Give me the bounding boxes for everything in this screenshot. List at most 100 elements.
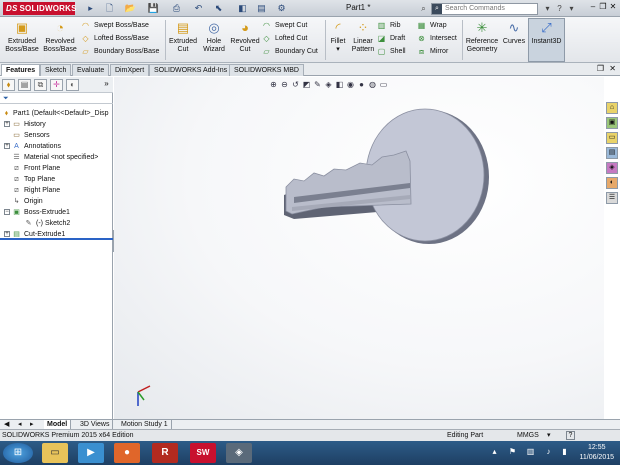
- help-question-icon[interactable]: ?: [554, 3, 565, 14]
- first-tab-icon[interactable]: ◀: [4, 420, 9, 428]
- tray-show-hidden-icon[interactable]: ▴: [490, 447, 499, 456]
- tree-item-boss-extrude1[interactable]: − ▣ Boss-Extrude1: [0, 207, 113, 218]
- linear-pattern-button[interactable]: ⁘ Linear Pattern: [350, 19, 376, 61]
- tab-dimxpert[interactable]: DimXpert: [110, 64, 150, 76]
- tree-item-annotations[interactable]: + A Annotations: [0, 141, 113, 152]
- search-commands-input[interactable]: ⌕ Search Commands: [431, 3, 538, 15]
- system-clock[interactable]: 12:55 11/06/2015: [579, 443, 614, 463]
- revolved-cut-button[interactable]: ◕ Revolved Cut: [229, 19, 261, 61]
- feature-tree-icon[interactable]: ⬧: [2, 79, 15, 91]
- rebuild-icon[interactable]: ◧: [236, 2, 249, 15]
- help-search-icon[interactable]: ⌕: [418, 3, 429, 14]
- fillet-button[interactable]: ◜ Fillet ▾: [326, 19, 350, 61]
- dimxpert-manager-icon[interactable]: ✛: [50, 79, 63, 91]
- file-properties-icon[interactable]: ▤: [255, 2, 268, 15]
- design-library-icon[interactable]: ▭: [606, 132, 618, 144]
- feature-filter-bar[interactable]: ⏷: [0, 94, 113, 104]
- rollback-bar[interactable]: [0, 238, 113, 240]
- display-manager-icon[interactable]: ◐: [66, 79, 79, 91]
- custom-properties-icon[interactable]: ☰: [606, 192, 618, 204]
- resources-icon[interactable]: ▣: [606, 117, 618, 129]
- display-style-icon[interactable]: ◧: [334, 79, 345, 91]
- revolved-boss-button[interactable]: ◔ Revolved Boss/Base: [42, 19, 78, 61]
- minimize-icon[interactable]: –: [588, 1, 598, 13]
- file-explorer-icon[interactable]: ▤: [606, 147, 618, 159]
- next-tab-icon[interactable]: ▸: [30, 420, 34, 428]
- firefox-taskbar-icon[interactable]: ●: [114, 443, 140, 463]
- tray-network-icon[interactable]: ▥: [526, 447, 535, 456]
- tab-mbd[interactable]: SOLIDWORKS MBD: [229, 64, 304, 76]
- dynamic-annotation-icon[interactable]: ✎: [312, 79, 323, 91]
- property-manager-icon[interactable]: ▤: [18, 79, 31, 91]
- tree-item-sketch2[interactable]: ✎ (-) Sketch2: [0, 218, 113, 229]
- tab-evaluate[interactable]: Evaluate: [72, 64, 110, 76]
- boundary-boss-button[interactable]: ▱ Boundary Boss/Base: [80, 45, 166, 58]
- tree-item-origin[interactable]: ↳ Origin: [0, 196, 113, 207]
- options-gear-icon[interactable]: ⚙: [275, 2, 288, 15]
- units-dropdown-icon[interactable]: ▾: [547, 430, 551, 441]
- tree-item-right-plane[interactable]: ⧄ Right Plane: [0, 185, 113, 196]
- lofted-cut-button[interactable]: ◇ Lofted Cut: [261, 32, 325, 45]
- lofted-boss-button[interactable]: ◇ Lofted Boss/Base: [80, 32, 166, 45]
- units-selector[interactable]: MMGS: [517, 430, 539, 441]
- zoom-area-icon[interactable]: ⊖: [279, 79, 290, 91]
- tree-item-material[interactable]: ☰ Material <not specified>: [0, 152, 113, 163]
- restore-icon[interactable]: ❐: [598, 1, 608, 13]
- previous-view-icon[interactable]: ↺: [290, 79, 301, 91]
- swept-boss-button[interactable]: ◠ Swept Boss/Base: [80, 19, 166, 32]
- open-folder-icon[interactable]: 📂: [124, 2, 137, 15]
- apply-scene-icon[interactable]: ◍: [367, 79, 378, 91]
- expand-icon[interactable]: +: [4, 121, 10, 127]
- fillet-dropdown-icon[interactable]: ▾: [326, 46, 350, 54]
- solidworks-logo[interactable]: DS SOLIDWORKS: [3, 2, 76, 15]
- tab-sketch[interactable]: Sketch: [40, 64, 72, 76]
- print-icon[interactable]: ⎙: [170, 2, 183, 15]
- collapse-icon[interactable]: −: [4, 209, 10, 215]
- tree-item-front-plane[interactable]: ⧄ Front Plane: [0, 163, 113, 174]
- arrow-right-icon[interactable]: ▸: [84, 2, 97, 15]
- curves-button[interactable]: ∿ Curves: [501, 19, 527, 61]
- save-icon[interactable]: 💾: [147, 2, 160, 15]
- file-explorer-taskbar-icon[interactable]: ▭: [42, 443, 68, 463]
- hide-show-items-icon[interactable]: ◉: [345, 79, 356, 91]
- undo-icon[interactable]: ↶: [192, 2, 205, 15]
- tree-item-sensors[interactable]: ▭ Sensors: [0, 130, 113, 141]
- tree-item-history[interactable]: + ▭ History: [0, 119, 113, 130]
- tab-addins[interactable]: SOLIDWORKS Add-Ins: [149, 64, 233, 76]
- close-panel-icon[interactable]: ✕: [609, 64, 616, 73]
- extruded-boss-button[interactable]: ▣ Extruded Boss/Base: [4, 19, 40, 61]
- view-orientation-icon[interactable]: ◈: [323, 79, 334, 91]
- prev-tab-icon[interactable]: ◂: [18, 420, 22, 428]
- wrap-button[interactable]: ▦ Wrap: [416, 19, 464, 32]
- select-arrow-icon[interactable]: ⬉: [212, 2, 225, 15]
- tree-item-top-plane[interactable]: ⧄ Top Plane: [0, 174, 113, 185]
- tray-flag-icon[interactable]: ⚑: [508, 447, 517, 456]
- edit-appearance-icon[interactable]: ●: [356, 79, 367, 91]
- start-button-icon[interactable]: ⊞: [3, 443, 33, 463]
- section-view-icon[interactable]: ◩: [301, 79, 312, 91]
- search-dropdown-icon[interactable]: ▾: [542, 3, 553, 14]
- tray-volume-icon[interactable]: ♪: [544, 447, 553, 456]
- configuration-manager-icon[interactable]: ⧉: [34, 79, 47, 91]
- help-dropdown-icon[interactable]: ▾: [566, 3, 577, 14]
- new-document-icon[interactable]: 🗋: [103, 2, 116, 15]
- panel-expand-icon[interactable]: »: [100, 79, 113, 91]
- intersect-button[interactable]: ⊗ Intersect: [416, 32, 464, 45]
- extruded-cut-button[interactable]: ▤ Extruded Cut: [166, 19, 200, 61]
- expand-icon[interactable]: +: [4, 143, 10, 149]
- hole-wizard-button[interactable]: ◎ Hole Wizard: [200, 19, 228, 61]
- zoom-to-fit-icon[interactable]: ⊕: [268, 79, 279, 91]
- instant3d-button[interactable]: ⤢ Instant3D: [528, 18, 565, 62]
- tray-battery-icon[interactable]: ▮: [560, 447, 569, 456]
- boundary-cut-button[interactable]: ▱ Boundary Cut: [261, 45, 325, 58]
- swept-cut-button[interactable]: ◠ Swept Cut: [261, 19, 325, 32]
- solidworks-taskbar-icon[interactable]: SW: [190, 443, 216, 463]
- revit-taskbar-icon[interactable]: R: [152, 443, 178, 463]
- view-settings-icon[interactable]: ▭: [378, 79, 389, 91]
- tree-root-part[interactable]: ⬧ Part1 (Default<<Default>_Disp: [0, 108, 113, 119]
- help-button[interactable]: ?: [566, 431, 575, 440]
- home-icon[interactable]: ⌂: [606, 102, 618, 114]
- expand-icon[interactable]: +: [4, 231, 10, 237]
- graphics-area[interactable]: [114, 77, 604, 419]
- appearances-icon[interactable]: ◐: [606, 177, 618, 189]
